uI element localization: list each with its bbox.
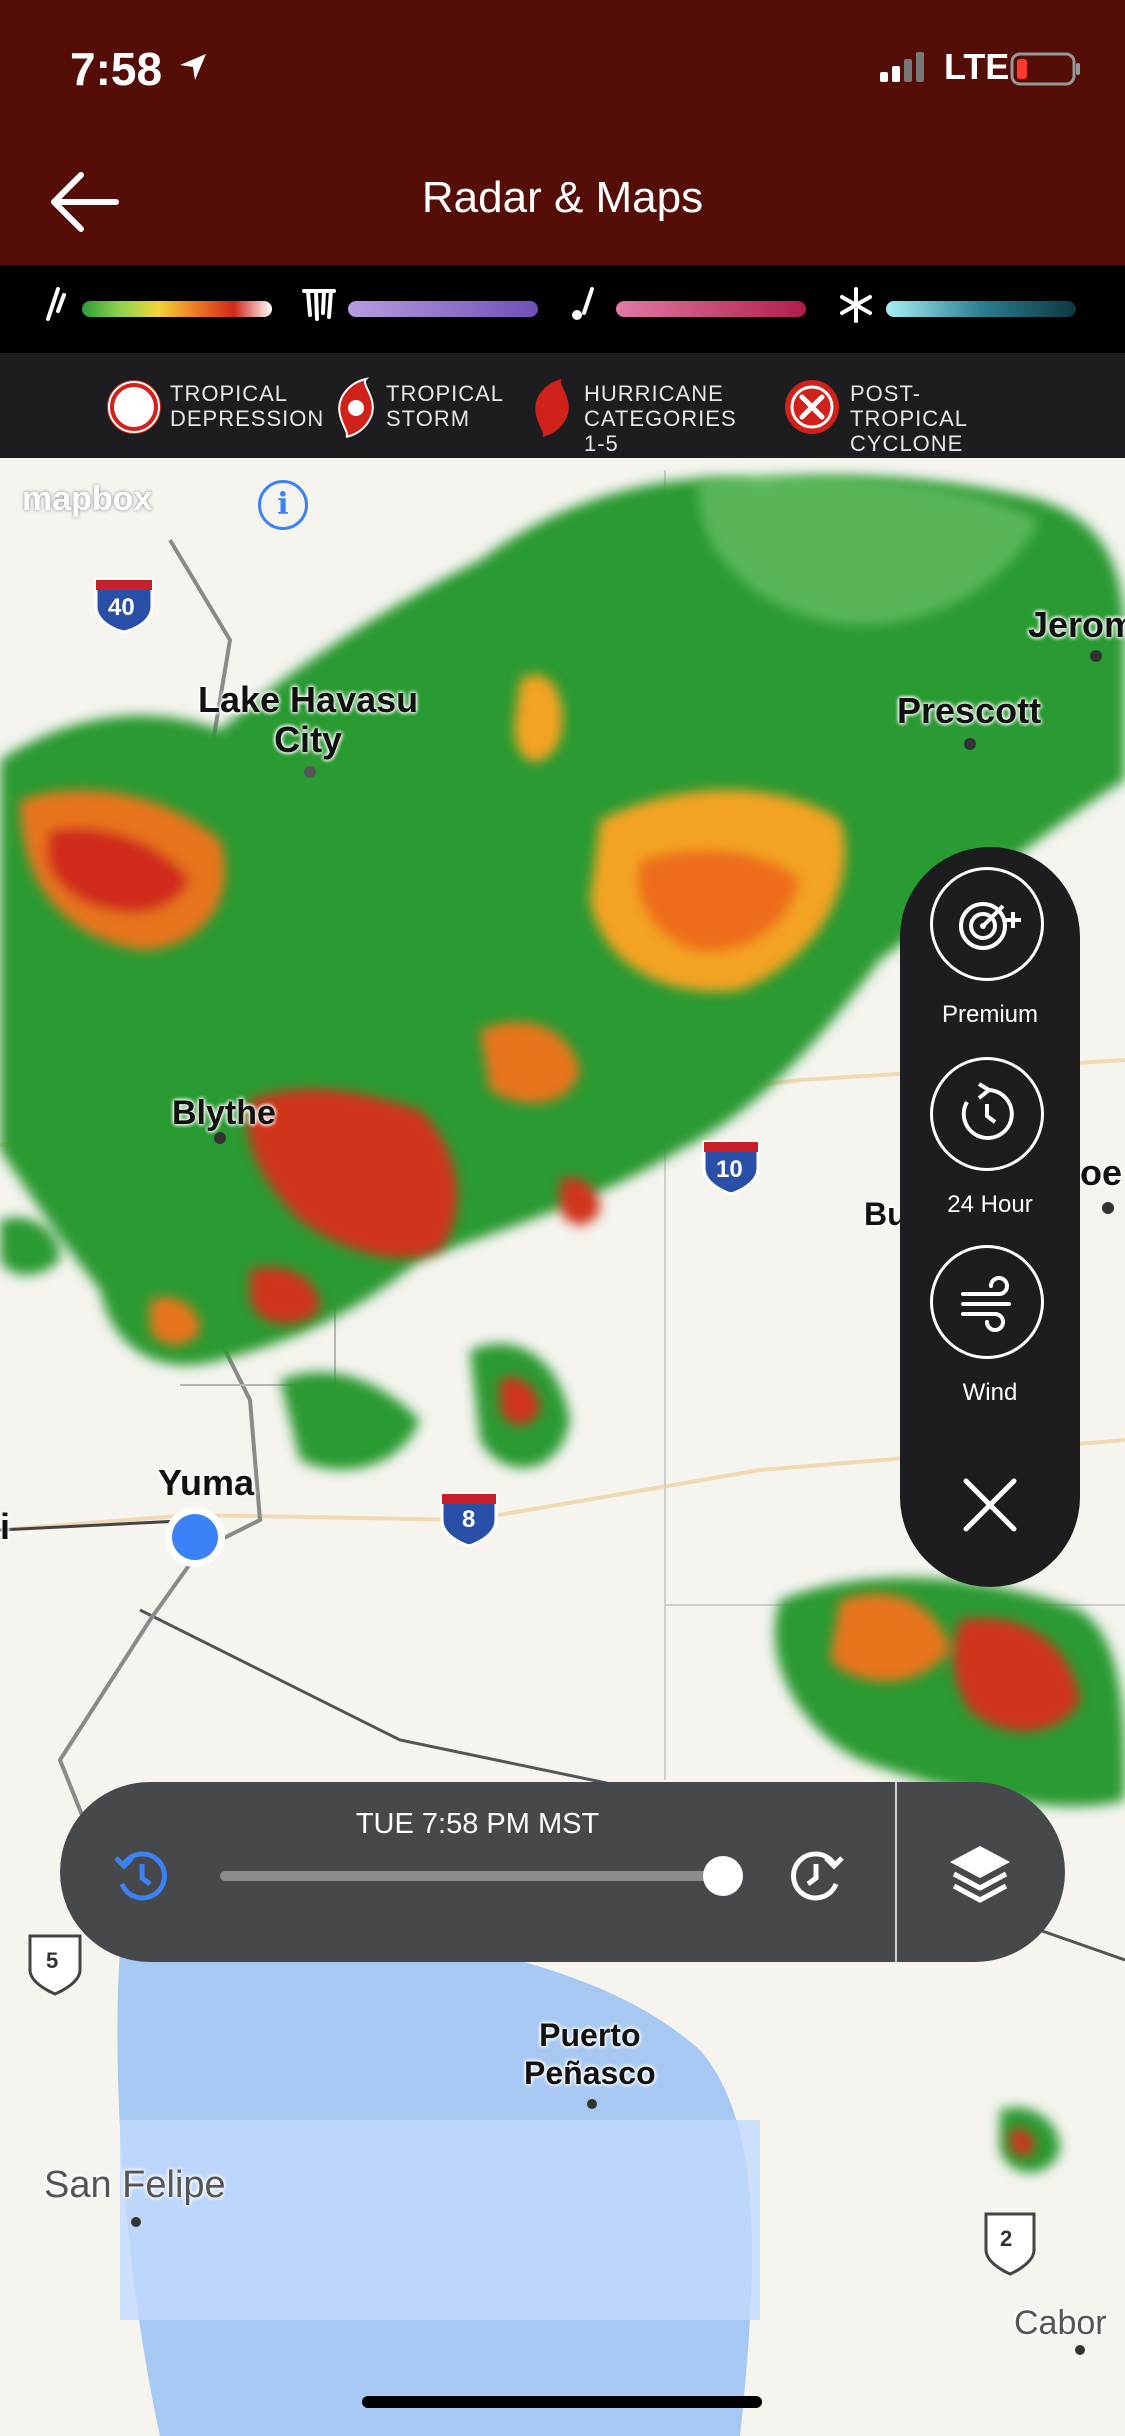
city-label: Cabor [1014, 2304, 1107, 2342]
rewind-history-icon[interactable] [108, 1842, 176, 1910]
map-tools-panel: Premium 24 Hour Wind [900, 847, 1080, 1587]
cellular-signal-icon [880, 52, 924, 82]
timeline-current-time: TUE 7:58 PM MST [355, 1808, 600, 1840]
legend-tropical-depression: TROPICAL DEPRESSION [104, 377, 323, 437]
forecast-clock-icon[interactable] [782, 1842, 850, 1910]
mapbox-logo: mapbox [22, 480, 153, 518]
home-indicator [362, 2396, 762, 2408]
wind-button[interactable] [930, 1245, 1044, 1359]
tropical-depression-icon [107, 380, 161, 434]
shield-number: 8 [462, 1506, 476, 1533]
ice-scale [348, 301, 538, 317]
legend-tropical-storm: TROPICAL STORM [330, 377, 503, 438]
shield-number: 5 [46, 1948, 59, 1973]
city-label: Prescott [897, 690, 1042, 731]
carrier-label: LTE [944, 46, 1010, 87]
layers-icon[interactable] [944, 1840, 1016, 1908]
shield-number: 2 [1000, 2226, 1013, 2251]
shield-number: 10 [716, 1156, 743, 1183]
post-tropical-cyclone-icon [785, 380, 839, 434]
city-label: Lake Havasu City [198, 679, 419, 760]
tropical-legend: TROPICAL DEPRESSION TROPICAL STORM HURRI… [0, 353, 1125, 458]
mix-icon [572, 287, 594, 320]
navigation-bar: Radar & Maps [0, 135, 1125, 265]
info-icon[interactable]: i [258, 480, 308, 530]
shield-number: 40 [108, 594, 135, 621]
legend-label: TROPICAL STORM [386, 381, 505, 431]
mix-scale [616, 301, 806, 317]
ice-icon [302, 289, 336, 321]
snow-scale [886, 301, 1076, 317]
rain-scale [82, 301, 272, 317]
city-label: Puerto Peñasco [524, 2017, 656, 2091]
status-time: 7:58 [70, 43, 163, 95]
24-hour-label: 24 Hour [947, 1191, 1033, 1218]
battery-icon [1010, 52, 1080, 86]
wind-label: Wind [962, 1379, 1018, 1406]
city-label: oe [1080, 1152, 1123, 1193]
user-location-dot [172, 1514, 218, 1560]
legend-post-tropical: POST-TROPICAL CYCLONE [782, 377, 967, 456]
premium-label: Premium [941, 1001, 1038, 1028]
premium-button[interactable] [930, 867, 1044, 981]
history-icon [961, 1082, 1014, 1140]
city-label: Jerom [1028, 604, 1125, 645]
city-label: San Felipe [44, 2164, 226, 2206]
snowflake-icon [840, 287, 872, 323]
24-hour-button[interactable] [930, 1057, 1044, 1171]
timeline-slider-thumb[interactable] [703, 1856, 743, 1896]
hurricane-icon [535, 379, 569, 437]
radar-plus-icon [959, 902, 1021, 950]
status-bar: 7:58 LTE [0, 0, 1125, 135]
city-label: i [0, 1506, 11, 1547]
close-icon[interactable] [952, 1467, 1028, 1543]
precipitation-legend [0, 265, 1125, 353]
rain-icon [46, 287, 66, 321]
timeline-slider[interactable] [220, 1871, 730, 1881]
tropical-storm-icon [338, 377, 374, 438]
city-label: Blythe [172, 1094, 276, 1132]
legend-hurricane: HURRICANE CATEGORIES 1-5 [526, 377, 736, 456]
radar-timeline: TUE 7:58 PM MST [60, 1782, 1065, 1962]
timeline-divider [895, 1782, 897, 1962]
page-title: Radar & Maps [421, 173, 704, 222]
city-label: Yuma [158, 1462, 255, 1503]
legend-label: POST-TROPICAL CYCLONE [850, 381, 969, 456]
legend-label: TROPICAL DEPRESSION [170, 381, 325, 431]
legend-label: HURRICANE CATEGORIES 1-5 [584, 381, 737, 456]
location-arrow-icon [180, 54, 206, 80]
wind-icon [961, 1276, 1011, 1332]
